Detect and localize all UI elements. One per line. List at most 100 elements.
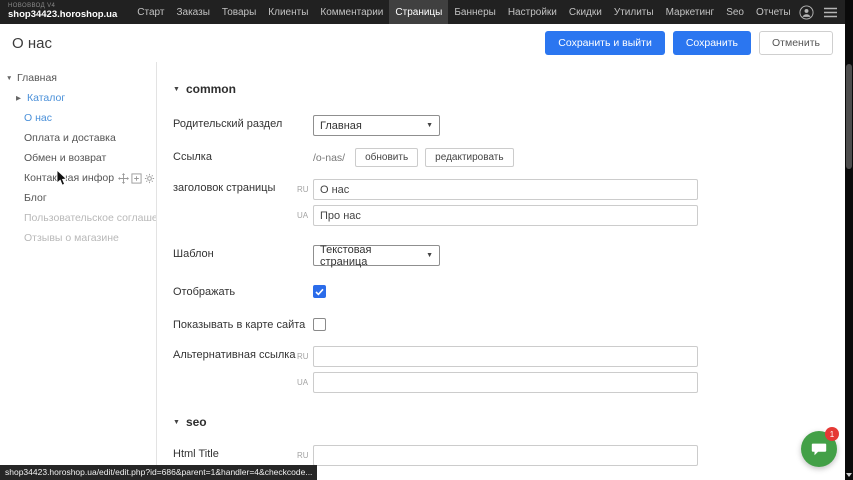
field-label-spacer [173,372,297,375]
header-actions: Сохранить и выйти Сохранить Отменить [545,31,833,55]
field-alt-link-ua: UA [173,372,845,393]
field-label: заголовок страницы [173,179,297,195]
tree-item-label: Обмен и возврат [24,152,106,164]
user-account-icon[interactable] [799,5,814,20]
tree-item-oplata[interactable]: Оплата и доставка [0,128,156,148]
save-button[interactable]: Сохранить [673,31,751,55]
topnav-banners[interactable]: Баннеры [448,0,501,24]
topnav-clients[interactable]: Клиенты [262,0,314,24]
topnav-marketing[interactable]: Маркетинг [660,0,721,24]
tree-item-otzyvy[interactable]: Отзывы о магазине [0,228,156,248]
topnav-discounts[interactable]: Скидки [563,0,608,24]
topnav-start[interactable]: Старт [131,0,170,24]
content: ▼ Главная ▶ Каталог О нас Оплата и доста… [0,62,845,480]
tree-item-label: Отзывы о магазине [24,232,119,244]
field-label-text: Html Title [173,448,297,461]
field-label: Родительский раздел [173,115,313,131]
section-seo-toggle[interactable]: ▼ seo [173,415,845,429]
field-alt-link-ru: Альтернативная ссылка RU [173,346,845,367]
brand[interactable]: НОВОВВОД V4 shop34423.horoshop.ua [0,0,131,24]
parent-section-select[interactable]: Главная ▼ [313,115,440,136]
lang-badge-ua: UA [297,205,313,220]
menu-icon[interactable] [824,7,837,18]
tree-item-blog[interactable]: Блог [0,188,156,208]
topnav-products[interactable]: Товары [216,0,262,24]
field-label-spacer [173,205,297,208]
section-title: common [186,82,236,96]
section-common-toggle[interactable]: ▼ common [173,82,845,96]
html-title-ru-input[interactable] [313,445,698,466]
pages-tree-sidebar: ▼ Главная ▶ Каталог О нас Оплата и доста… [0,62,157,480]
save-and-exit-button[interactable]: Сохранить и выйти [545,31,665,55]
scrollbar-thumb[interactable] [846,64,852,169]
chevron-down-icon: ▼ [426,252,433,259]
topnav-pages[interactable]: Страницы [389,0,448,24]
section-title: seo [186,415,207,429]
page-edit-form: ▼ common Родительский раздел Главная ▼ С… [157,62,845,480]
select-value: Текстовая страница [320,244,418,268]
topnav-orders[interactable]: Заказы [170,0,215,24]
scroll-down-arrow-icon[interactable] [846,473,852,477]
chat-unread-badge: 1 [825,427,839,441]
tree-item-label: Контактная инфор [24,172,114,184]
chevron-down-icon: ▼ [426,122,433,129]
refresh-link-button[interactable]: обновить [355,148,418,167]
move-icon[interactable] [118,173,129,184]
topnav-seo[interactable]: Seo [720,0,750,24]
lang-badge-ru: RU [297,445,313,460]
topnav-comments[interactable]: Комментарии [314,0,389,24]
topnav-settings[interactable]: Настройки [502,0,563,24]
chevron-down-icon: ▼ [173,419,180,426]
tree-item-kontaktnaya[interactable]: Контактная инфор [0,168,156,188]
field-template: Шаблон Текстовая страница ▼ [173,245,845,266]
tree-item-katalog[interactable]: ▶ Каталог [0,88,156,108]
field-label: Шаблон [173,245,313,261]
field-link: Ссылка /o-nas/ обновить редактировать [173,148,845,167]
page-title-ua-input[interactable] [313,205,698,226]
template-select[interactable]: Текстовая страница ▼ [313,245,440,266]
tree-item-label: Блог [24,192,47,204]
tree-item-o-nas[interactable]: О нас [0,108,156,128]
chat-widget-button[interactable]: 1 [801,431,837,467]
tree-item-label: Пользовательское соглашение [24,212,157,224]
brand-domain: shop34423.horoshop.ua [8,10,117,20]
status-url-tooltip: shop34423.horoshop.ua/edit/edit.php?id=6… [0,465,317,480]
topnav-reports[interactable]: Отчеты [750,0,797,24]
add-icon[interactable] [131,173,142,184]
field-page-title-ua: UA [173,205,845,226]
display-checkbox[interactable] [313,285,326,298]
alt-link-ru-input[interactable] [313,346,698,367]
field-label: Альтернативная ссылка [173,346,297,362]
page-title: О нас [12,35,52,52]
tree-item-label: О нас [24,112,52,124]
link-value: /o-nas/ [313,148,345,164]
field-sitemap: Показывать в карте сайта [173,316,845,332]
chevron-down-icon[interactable]: ▼ [6,75,17,82]
tree-item-obmen[interactable]: Обмен и возврат [0,148,156,168]
vertical-scrollbar[interactable] [845,0,853,480]
tree-item-label: Оплата и доставка [24,132,116,144]
tree-item-actions [118,173,157,184]
lang-badge-ua: UA [297,372,313,387]
alt-link-ua-input[interactable] [313,372,698,393]
tree-item-label: Каталог [27,92,65,104]
topnav-utilities[interactable]: Утилиты [608,0,660,24]
field-label: Ссылка [173,148,313,164]
tree-item-glavnaya[interactable]: ▼ Главная [0,68,156,88]
app-window: НОВОВВОД V4 shop34423.horoshop.ua Старт … [0,0,853,480]
edit-link-button[interactable]: редактировать [425,148,513,167]
sitemap-checkbox[interactable] [313,318,326,331]
cancel-button[interactable]: Отменить [759,31,833,55]
chevron-right-icon[interactable]: ▶ [16,94,27,102]
lang-badge-ru: RU [297,346,313,361]
page-title-ru-input[interactable] [313,179,698,200]
field-page-title-ru: заголовок страницы RU [173,179,845,200]
gear-icon[interactable] [144,173,155,184]
topbar: НОВОВВОД V4 shop34423.horoshop.ua Старт … [0,0,853,24]
chat-bubble-icon [810,440,828,458]
chevron-down-icon: ▼ [173,86,180,93]
tree-item-soglashenie[interactable]: Пользовательское соглашение [0,208,156,228]
field-display: Отображать [173,283,845,299]
page-header: О нас Сохранить и выйти Сохранить Отмени… [0,24,845,62]
select-value: Главная [320,120,362,132]
